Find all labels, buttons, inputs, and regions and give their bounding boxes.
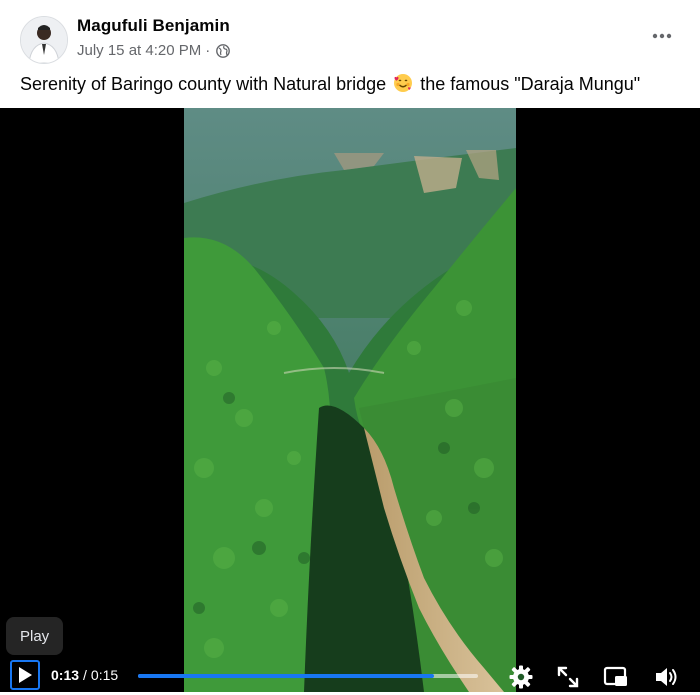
smiling-face-with-hearts-emoji-icon — [393, 73, 413, 93]
more-options-button[interactable] — [650, 26, 674, 46]
meta-separator: · — [205, 42, 211, 59]
current-time: 0:13 — [51, 667, 80, 683]
settings-gear-icon — [509, 665, 533, 689]
author-name[interactable]: Magufuli Benjamin — [77, 16, 230, 36]
caption-text-start: Serenity of Baringo county with Natural … — [20, 74, 387, 94]
author-avatar[interactable] — [20, 16, 68, 64]
play-button[interactable] — [10, 660, 40, 690]
time-separator: / — [83, 667, 87, 683]
fullscreen-button[interactable] — [555, 664, 581, 690]
video-player[interactable] — [0, 108, 700, 692]
progress-fill — [138, 674, 434, 678]
post-header: Magufuli Benjamin July 15 at 4:20 PM · S… — [0, 0, 700, 108]
play-icon — [19, 667, 32, 683]
post-caption: Serenity of Baringo county with Natural … — [20, 73, 640, 95]
caption-text-end: the famous "Daraja Mungu" — [420, 74, 641, 94]
fullscreen-icon — [557, 666, 579, 688]
settings-button[interactable] — [508, 664, 534, 690]
more-dots-icon — [652, 33, 672, 39]
picture-in-picture-icon — [603, 666, 627, 686]
post-timestamp[interactable]: July 15 at 4:20 PM — [77, 42, 201, 59]
volume-icon — [656, 668, 677, 686]
picture-in-picture-button[interactable] — [603, 664, 629, 690]
time-display: 0:13 / 0:15 — [51, 667, 118, 683]
duration: 0:15 — [90, 667, 119, 683]
globe-icon — [216, 43, 231, 58]
post-meta: July 15 at 4:20 PM · — [77, 42, 231, 59]
progress-scrubber[interactable] — [138, 674, 478, 678]
volume-button[interactable] — [654, 664, 680, 690]
play-tooltip: Play — [6, 617, 64, 655]
video-frame-image[interactable] — [184, 108, 516, 692]
